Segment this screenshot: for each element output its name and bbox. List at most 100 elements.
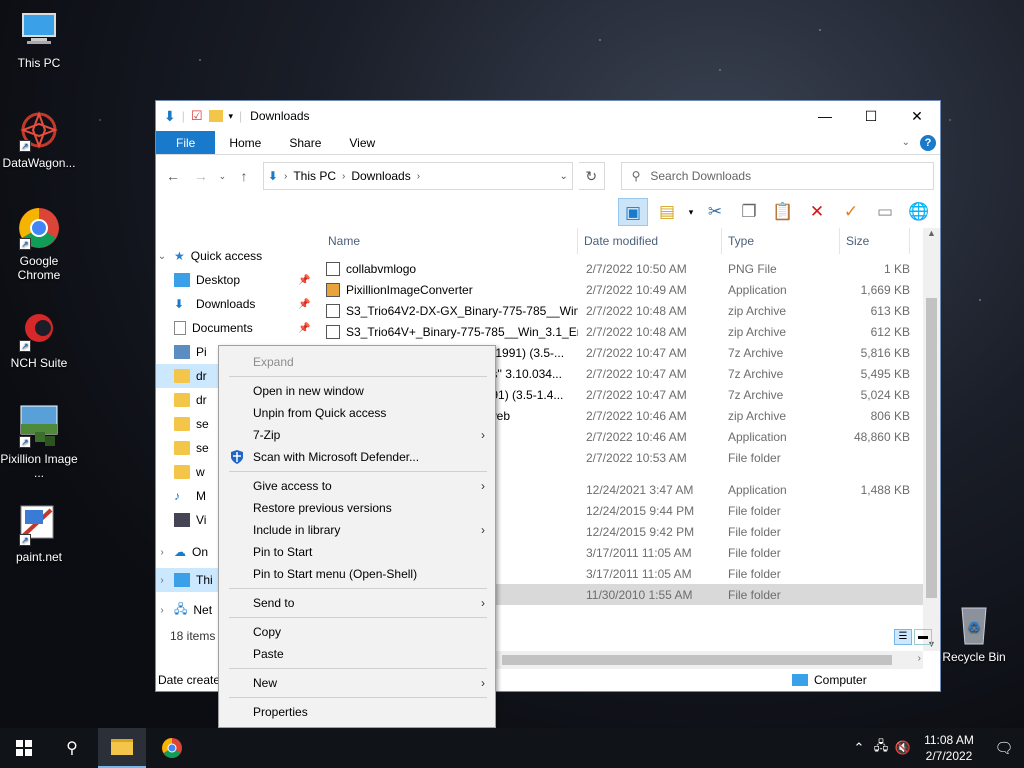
large-icons-view-icon[interactable]: ▬ [914, 629, 932, 645]
tab-file[interactable]: File [156, 131, 216, 154]
help-icon[interactable]: ? [920, 134, 936, 151]
menu-item-unpin-from-quick-access[interactable]: Unpin from Quick access [219, 402, 495, 424]
tab-share[interactable]: Share [275, 131, 335, 154]
down-arrow-icon[interactable]: ⬇ [164, 108, 176, 125]
column-size[interactable]: Size [840, 228, 910, 254]
column-type[interactable]: Type [722, 228, 840, 254]
tab-home[interactable]: Home [215, 131, 275, 154]
forward-button[interactable]: → [190, 168, 212, 184]
desktop-icon-pixillion[interactable]: ↗ Pixillion Image ... [0, 404, 78, 480]
nav-label: dr [196, 369, 207, 383]
navigation-pane-icon[interactable]: ▣ [618, 198, 648, 226]
new-folder-icon[interactable] [208, 110, 223, 122]
table-row[interactable]: S3_Trio64V+_Binary-775-785__Win_3.1_En..… [322, 321, 940, 342]
address-dropdown-icon[interactable]: ⌄ [560, 171, 568, 182]
desktop-icon-recycle-bin[interactable]: ♻ Recycle Bin [935, 602, 1013, 664]
breadcrumb-downloads[interactable]: Downloads [351, 169, 410, 183]
nav-quick-access[interactable]: ⌄ ★ Quick access [156, 244, 322, 268]
start-button[interactable] [0, 728, 48, 768]
paste-icon[interactable]: 📋 [768, 198, 798, 226]
menu-item-give-access-to[interactable]: Give access to › [219, 475, 495, 497]
menu-item-expand[interactable]: Expand [219, 351, 495, 373]
details-view-icon[interactable]: ☰ [894, 629, 912, 645]
menu-item-paste[interactable]: Paste [219, 643, 495, 665]
search-icon: ⚲ [631, 169, 641, 183]
folder-icon [111, 739, 133, 755]
chevron-right-icon[interactable]: › [156, 605, 168, 616]
show-hidden-icons-chevron-icon[interactable]: ⌃ [848, 740, 870, 756]
nav-desktop[interactable]: Desktop 📌 [156, 268, 322, 292]
rename-icon[interactable]: ▭ [870, 198, 900, 226]
close-button[interactable]: ✕ [894, 101, 940, 131]
copy-icon[interactable]: ❐ [734, 198, 764, 226]
horizontal-scroll-thumb[interactable] [502, 655, 892, 665]
notifications-icon[interactable]: 🗨 [984, 739, 1024, 757]
column-date[interactable]: Date modified [578, 228, 722, 254]
monitor-icon [174, 573, 190, 587]
folder-options-icon[interactable]: ▤ [652, 198, 682, 226]
network-icon: 🖧 [174, 601, 188, 616]
tab-view[interactable]: View [335, 131, 389, 154]
desktop-icon-this-pc[interactable]: This PC [0, 8, 78, 70]
taskbar-file-explorer[interactable] [98, 728, 146, 768]
file-date-cell: 2/7/2022 10:47 AM [586, 366, 687, 381]
delete-icon[interactable]: ✕ [802, 198, 832, 226]
menu-item-7-zip[interactable]: 7-Zip › [219, 424, 495, 446]
vertical-scrollbar[interactable]: ▲ ▼ [923, 228, 940, 651]
file-date-cell: 2/7/2022 10:49 AM [586, 282, 687, 297]
video-icon [174, 513, 190, 527]
clock[interactable]: 11:08 AM 2/7/2022 [914, 732, 984, 764]
desktop-icon-chrome[interactable]: ↗ Google Chrome [0, 206, 78, 282]
menu-item-send-to[interactable]: Send to › [219, 592, 495, 614]
nav-downloads[interactable]: ⬇ Downloads 📌 [156, 292, 322, 316]
menu-item-open-in-new-window[interactable]: Open in new window [219, 380, 495, 402]
cut-icon[interactable]: ✂ [700, 198, 730, 226]
menu-item-new[interactable]: New › [219, 672, 495, 694]
menu-item-include-in-library[interactable]: Include in library › [219, 519, 495, 541]
back-button[interactable]: ← [162, 168, 184, 184]
nav-label: Pi [196, 345, 207, 359]
up-button[interactable]: ↑ [233, 168, 255, 184]
address-bar[interactable]: ⬇ › This PC › Downloads › ⌄ [262, 162, 573, 190]
menu-item-copy[interactable]: Copy [219, 621, 495, 643]
menu-item-pin-to-start[interactable]: Pin to Start [219, 541, 495, 563]
chevron-down-icon[interactable]: ⌄ [156, 251, 168, 262]
column-name[interactable]: Name [322, 228, 578, 254]
table-row[interactable]: collabvmlogo 2/7/2022 10:50 AM PNG File 1 K… [322, 258, 940, 279]
folder-icon [174, 393, 190, 407]
search-box[interactable]: ⚲ Search Downloads [620, 162, 934, 190]
recent-locations-icon[interactable]: ⌄ [218, 171, 227, 182]
nav-label: Vi [196, 513, 207, 527]
menu-item-pin-to-start-menu-open-shell[interactable]: Pin to Start menu (Open-Shell) [219, 563, 495, 585]
menu-item-restore-previous-versions[interactable]: Restore previous versions [219, 497, 495, 519]
expand-ribbon-icon[interactable]: ⌄ [902, 137, 910, 148]
desktop-icon-nch-suite[interactable]: ↗ NCH Suite [0, 308, 78, 370]
maximize-button[interactable]: ☐ [848, 101, 894, 131]
file-name-cell: S3_Trio64V+_Binary-775-785__Win_3.1_En..… [322, 324, 578, 339]
folder-options-dropdown-icon[interactable]: ▾ [686, 198, 696, 226]
customize-toolbar-icon[interactable]: ▾ [229, 111, 234, 122]
menu-item-scan-with-microsoft-defender[interactable]: Scan with Microsoft Defender... [219, 446, 495, 468]
search-button[interactable]: ⚲ [48, 728, 96, 768]
desktop-icon-label: Google Chrome [17, 254, 61, 282]
taskbar-chrome[interactable] [148, 728, 196, 768]
volume-muted-icon[interactable]: 🔇 [892, 740, 914, 756]
network-globe-icon[interactable]: 🌐 [904, 198, 934, 226]
desktop-icon-paint-net[interactable]: ↗ paint.net [0, 502, 78, 564]
vertical-scroll-thumb[interactable] [926, 298, 937, 598]
chevron-right-icon[interactable]: › [156, 547, 168, 558]
minimize-button[interactable]: — [802, 101, 848, 131]
file-date-cell: 2/7/2022 10:46 AM [586, 408, 687, 423]
properties-check-icon[interactable]: ☑ [191, 108, 203, 124]
refresh-button[interactable]: ↻ [578, 162, 605, 190]
network-status-icon[interactable]: 🖧 [870, 737, 892, 759]
nav-documents[interactable]: Documents 📌 [156, 316, 322, 340]
table-row[interactable]: S3_Trio64V2-DX-GX_Binary-775-785__Win...… [322, 300, 940, 321]
menu-item-properties[interactable]: Properties [219, 701, 495, 723]
system-tray: ⌃ 🖧 🔇 11:08 AM 2/7/2022 🗨 [848, 728, 1024, 768]
chevron-right-icon[interactable]: › [156, 575, 168, 586]
desktop-icon-datawagon[interactable]: ↗ DataWagon... [0, 108, 78, 170]
breadcrumb-this-pc[interactable]: This PC [293, 169, 336, 183]
checkmark-icon[interactable]: ✓ [836, 198, 866, 226]
table-row[interactable]: PixillionImageConverter 2/7/2022 10:49 AM… [322, 279, 940, 300]
